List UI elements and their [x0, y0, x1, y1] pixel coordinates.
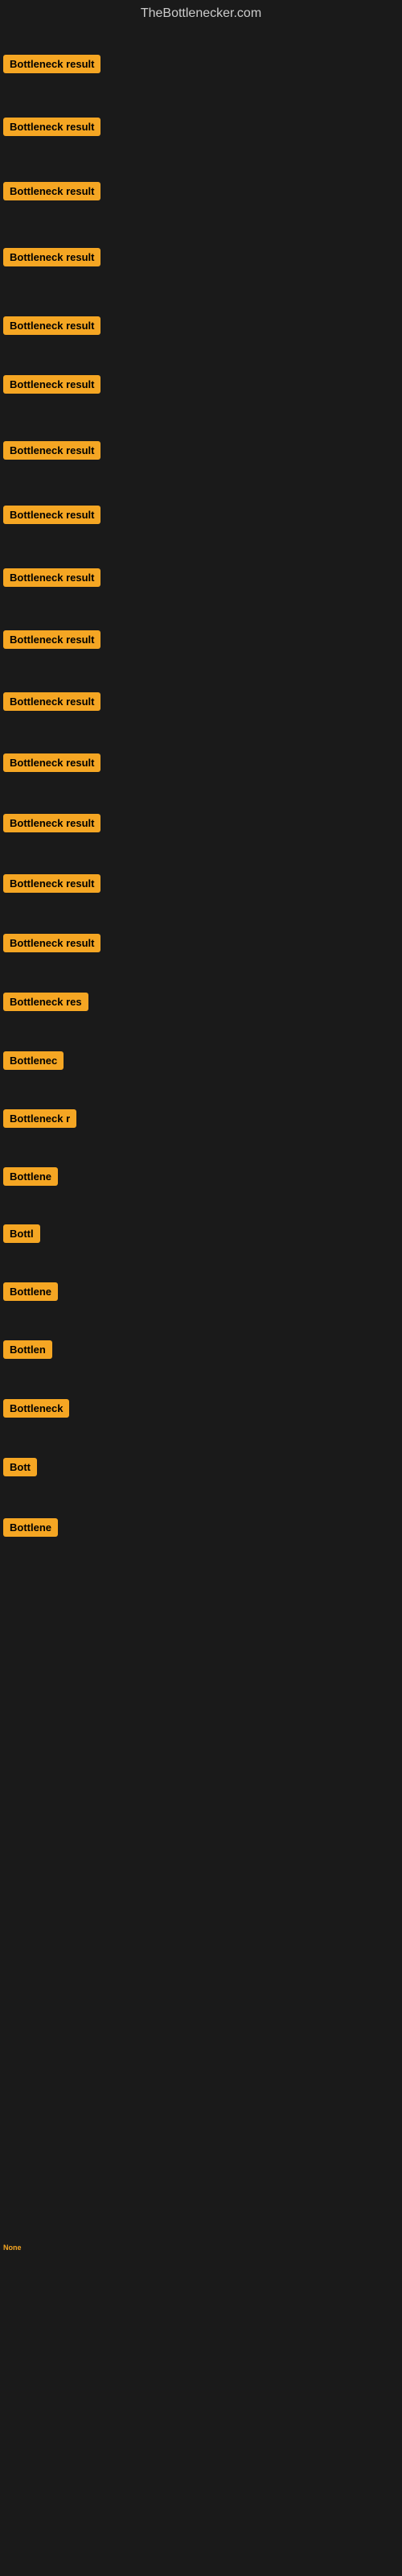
- bottleneck-badge-20[interactable]: Bottl: [3, 1224, 40, 1243]
- bottleneck-badge-7[interactable]: Bottleneck result: [3, 441, 100, 460]
- result-row-18: Bottleneck r: [3, 1109, 76, 1132]
- result-row-25: Bottlene: [3, 1518, 58, 1541]
- result-row-19: Bottlene: [3, 1167, 58, 1190]
- result-row-5: Bottleneck result: [3, 316, 100, 339]
- page-container: TheBottlenecker.com Bottleneck result Bot…: [0, 0, 402, 2576]
- result-row-11: Bottleneck result: [3, 692, 100, 715]
- bottleneck-badge-17[interactable]: Bottlenec: [3, 1051, 64, 1070]
- result-row-8: Bottleneck result: [3, 506, 100, 528]
- footer-label: None: [3, 2244, 22, 2252]
- result-row-6: Bottleneck result: [3, 375, 100, 398]
- bottleneck-badge-10[interactable]: Bottleneck result: [3, 630, 100, 649]
- result-row-4: Bottleneck result: [3, 248, 100, 270]
- result-row-3: Bottleneck result: [3, 182, 100, 204]
- bottleneck-badge-3[interactable]: Bottleneck result: [3, 182, 100, 200]
- bottleneck-badge-9[interactable]: Bottleneck result: [3, 568, 100, 587]
- bottleneck-badge-1[interactable]: Bottleneck result: [3, 55, 100, 73]
- bottleneck-badge-6[interactable]: Bottleneck result: [3, 375, 100, 394]
- result-row-15: Bottleneck result: [3, 934, 100, 956]
- result-row-13: Bottleneck result: [3, 814, 100, 836]
- result-row-24: Bott: [3, 1458, 37, 1480]
- result-row-2: Bottleneck result: [3, 118, 100, 140]
- bottleneck-badge-8[interactable]: Bottleneck result: [3, 506, 100, 524]
- bottleneck-badge-13[interactable]: Bottleneck result: [3, 814, 100, 832]
- bottleneck-badge-12[interactable]: Bottleneck result: [3, 753, 100, 772]
- result-row-7: Bottleneck result: [3, 441, 100, 464]
- result-row-9: Bottleneck result: [3, 568, 100, 591]
- bottleneck-badge-15[interactable]: Bottleneck result: [3, 934, 100, 952]
- bottleneck-badge-21[interactable]: Bottlene: [3, 1282, 58, 1301]
- bottleneck-badge-19[interactable]: Bottlene: [3, 1167, 58, 1186]
- result-row-1: Bottleneck result: [3, 55, 100, 77]
- bottleneck-badge-18[interactable]: Bottleneck r: [3, 1109, 76, 1128]
- bottleneck-badge-22[interactable]: Bottlen: [3, 1340, 52, 1359]
- bottleneck-badge-4[interactable]: Bottleneck result: [3, 248, 100, 266]
- result-row-16: Bottleneck res: [3, 993, 88, 1015]
- result-row-23: Bottleneck: [3, 1399, 69, 1422]
- result-row-12: Bottleneck result: [3, 753, 100, 776]
- bottleneck-badge-16[interactable]: Bottleneck res: [3, 993, 88, 1011]
- bottleneck-badge-11[interactable]: Bottleneck result: [3, 692, 100, 711]
- bottleneck-badge-24[interactable]: Bott: [3, 1458, 37, 1476]
- result-row-20: Bottl: [3, 1224, 40, 1247]
- result-row-17: Bottlenec: [3, 1051, 64, 1074]
- site-title: TheBottlenecker.com: [0, 0, 402, 31]
- result-row-22: Bottlen: [3, 1340, 52, 1363]
- bottleneck-badge-2[interactable]: Bottleneck result: [3, 118, 100, 136]
- bottleneck-badge-5[interactable]: Bottleneck result: [3, 316, 100, 335]
- result-row-14: Bottleneck result: [3, 874, 100, 897]
- bottleneck-badge-23[interactable]: Bottleneck: [3, 1399, 69, 1418]
- result-row-21: Bottlene: [3, 1282, 58, 1305]
- bottleneck-badge-14[interactable]: Bottleneck result: [3, 874, 100, 893]
- bottleneck-badge-25[interactable]: Bottlene: [3, 1518, 58, 1537]
- result-row-10: Bottleneck result: [3, 630, 100, 653]
